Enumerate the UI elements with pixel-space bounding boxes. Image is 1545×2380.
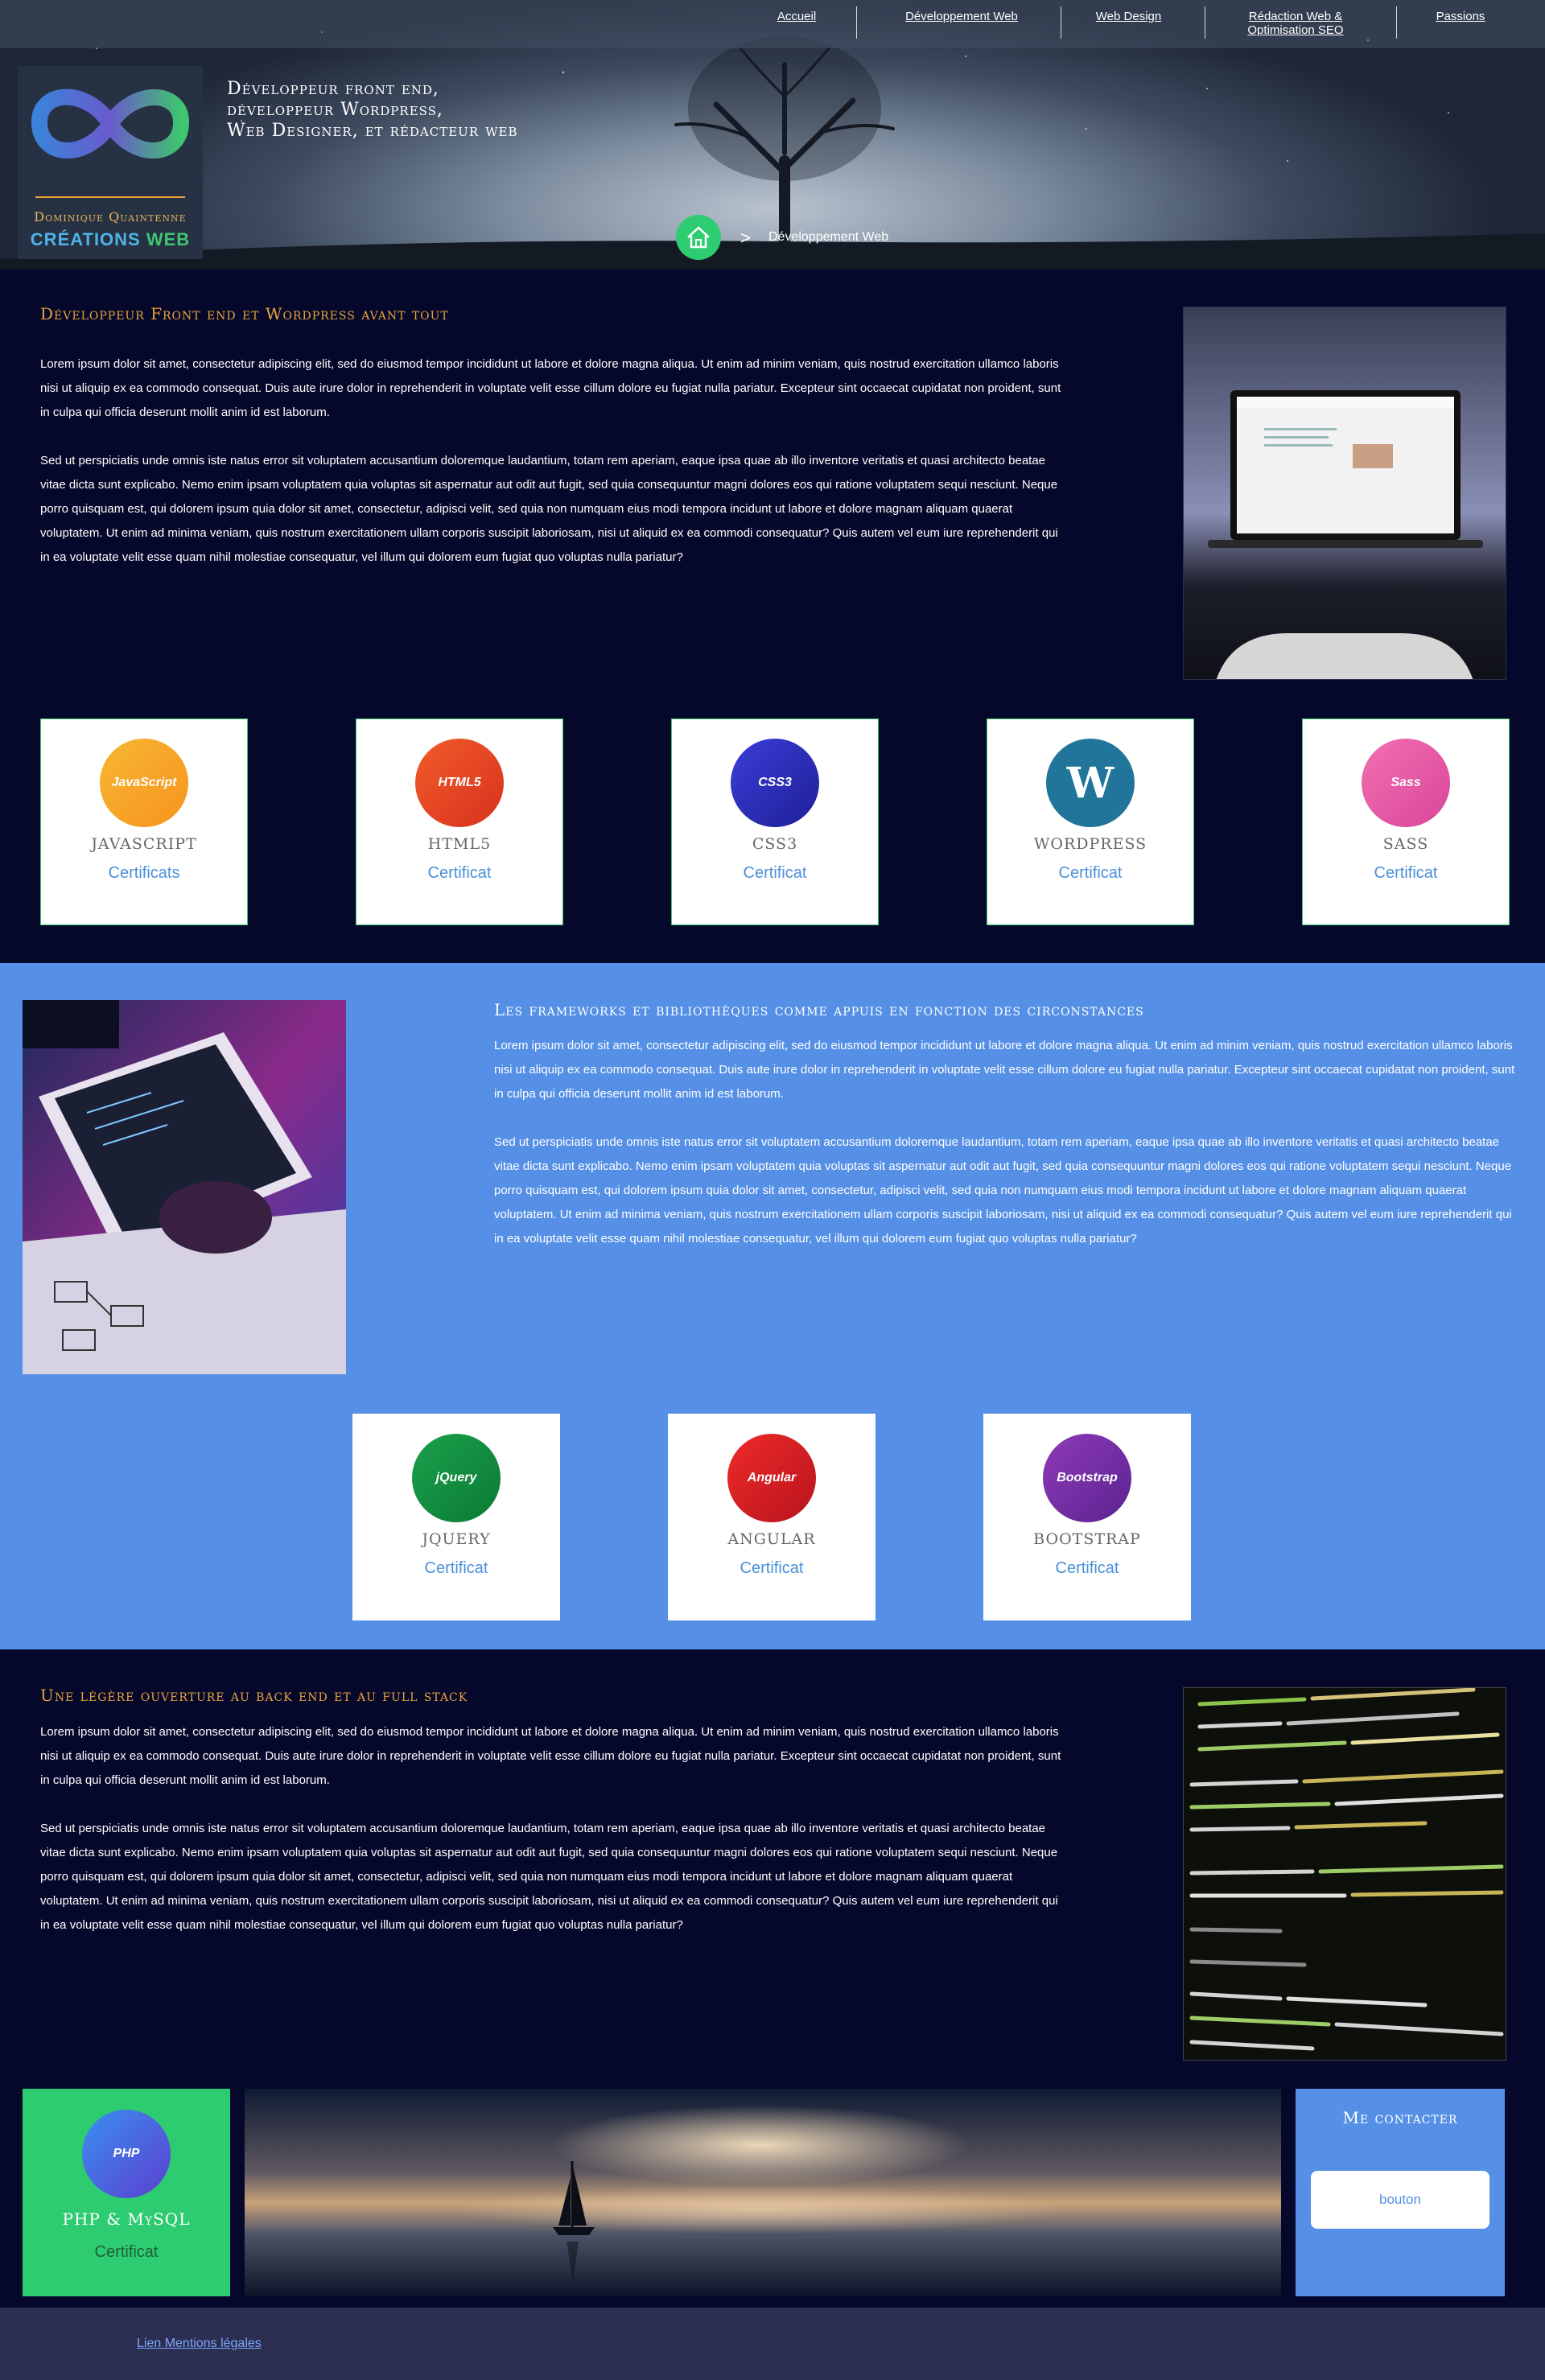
nav-redaction-web[interactable]: Rédaction Web & Optimisation SEO [1227, 10, 1364, 37]
contact-title: Me contacter [1342, 2108, 1458, 2127]
code-screen-photo [1183, 1687, 1506, 2061]
jquery-logo-icon: jQuery [412, 1434, 501, 1522]
css3-logo-icon: CSS3 [731, 739, 819, 827]
paragraph: Sed ut perspiciatis unde omnis iste natu… [494, 1135, 1512, 1246]
paragraph: Lorem ipsum dolor sit amet, consectetur … [494, 1039, 1515, 1101]
certificate-link[interactable]: Certificat [1303, 864, 1509, 883]
code-screen-image [1184, 1688, 1506, 2060]
paragraph: Sed ut perspiciatis unde omnis iste natu… [40, 1822, 1058, 1932]
skill-name: WORDPRESS [1033, 835, 1147, 853]
paragraph: Lorem ipsum dolor sit amet, consectetur … [40, 1725, 1061, 1787]
contact-box: Me contacter bouton [1296, 2089, 1505, 2296]
tablet-coding-image [23, 1000, 346, 1374]
nav-developpement-web[interactable]: Développement Web [885, 10, 1038, 23]
skill-name: JAVASCRIPT [91, 835, 197, 853]
nav-web-design[interactable]: Web Design [1078, 10, 1179, 23]
section-title: Les frameworks et bibliothèques comme ap… [494, 1000, 1144, 1019]
tagline: Développeur front end, développeur Wordp… [227, 79, 518, 142]
skill-card-css3: CSS3 CSS3 Certificat [671, 719, 879, 925]
brand-subtitle-word-2: WEB [146, 229, 191, 249]
skill-name: PHP & MySQL [62, 2209, 191, 2229]
javascript-logo-icon: JavaScript [100, 739, 188, 827]
certificate-link[interactable]: Certificats [41, 864, 247, 883]
paragraph: Lorem ipsum dolor sit amet, consectetur … [40, 357, 1061, 419]
skill-card-angular: Angular ANGULAR Certificat [668, 1414, 876, 1620]
tagline-line: développeur Wordpress, [227, 100, 443, 120]
breadcrumb-current: Développement Web [768, 230, 889, 244]
section-title: Développeur Front end et Wordpress avant… [40, 304, 449, 323]
paragraph: Sed ut perspiciatis unde omnis iste natu… [40, 454, 1058, 564]
certificate-link[interactable]: Certificat [23, 2243, 230, 2262]
legal-notice-link[interactable]: Lien Mentions légales [137, 2337, 262, 2351]
skill-card-bootstrap: Bootstrap BOOTSTRAP Certificat [983, 1414, 1191, 1620]
header-banner: Accueil Développement Web Web Design Réd… [0, 0, 1545, 270]
nav-passions[interactable]: Passions [1424, 10, 1497, 23]
tagline-line: Web Designer, et rédacteur web [227, 121, 518, 141]
certificate-link[interactable]: Certificat [353, 1559, 559, 1578]
skill-name: JQUERY [422, 1530, 491, 1548]
skill-card-php: PHP PHP & MySQL Certificat [23, 2089, 230, 2296]
skill-card-sass: Sass SASS Certificat [1302, 719, 1510, 925]
nav-divider [1396, 6, 1397, 39]
certificate-link[interactable]: Certificat [356, 864, 562, 883]
skill-name: SASS [1382, 835, 1429, 853]
certificate-link[interactable]: Certificat [984, 1559, 1190, 1578]
section-title: Une légère ouverture au back end et au f… [40, 1686, 468, 1705]
infinity-logo-icon [31, 89, 189, 159]
skill-name: CSS3 [752, 835, 798, 853]
certificate-link[interactable]: Certificat [669, 1559, 875, 1578]
angular-logo-icon: Angular [727, 1434, 816, 1522]
skill-card-html5: HTML5 HTML5 Certificat [356, 719, 563, 925]
breadcrumb-separator: > [740, 228, 751, 248]
home-icon [687, 226, 710, 249]
logo-divider [35, 196, 185, 198]
laptop-photo [1183, 307, 1506, 680]
sass-logo-icon: Sass [1362, 739, 1450, 827]
laptop-image [1184, 307, 1506, 679]
nav-accueil[interactable]: Accueil [768, 10, 825, 23]
brand-name: Dominique Quaintenne [34, 209, 187, 224]
html5-logo-icon: HTML5 [415, 739, 504, 827]
site-logo[interactable]: Dominique Quaintenne CRÉATIONS WEB [18, 66, 203, 259]
tagline-line: Développeur front end, [227, 79, 439, 99]
php-logo-icon: PHP [82, 2110, 171, 2198]
sailboat-sunset-photo [245, 2089, 1281, 2296]
skill-name: ANGULAR [727, 1530, 816, 1548]
bootstrap-logo-icon: Bootstrap [1043, 1434, 1131, 1522]
skill-card-javascript: JavaScript JAVASCRIPT Certificats [40, 719, 248, 925]
brand-subtitle: CRÉATIONS WEB [18, 229, 203, 250]
tablet-coding-photo [23, 1000, 346, 1374]
skill-name: BOOTSTRAP [1033, 1530, 1141, 1548]
contact-button[interactable]: bouton [1311, 2171, 1489, 2229]
skill-name: HTML5 [427, 835, 492, 853]
brand-subtitle-word-1: CRÉATIONS [30, 229, 141, 249]
sailboat-sunset-image [245, 2089, 1281, 2296]
certificate-link[interactable]: Certificat [672, 864, 878, 883]
wordpress-logo-icon: W [1046, 739, 1135, 827]
skill-card-jquery: jQuery JQUERY Certificat [352, 1414, 560, 1620]
breadcrumb-home-button[interactable] [676, 215, 721, 260]
certificate-link[interactable]: Certificat [987, 864, 1193, 883]
nav-divider [856, 6, 857, 39]
skill-card-wordpress: W WORDPRESS Certificat [987, 719, 1194, 925]
